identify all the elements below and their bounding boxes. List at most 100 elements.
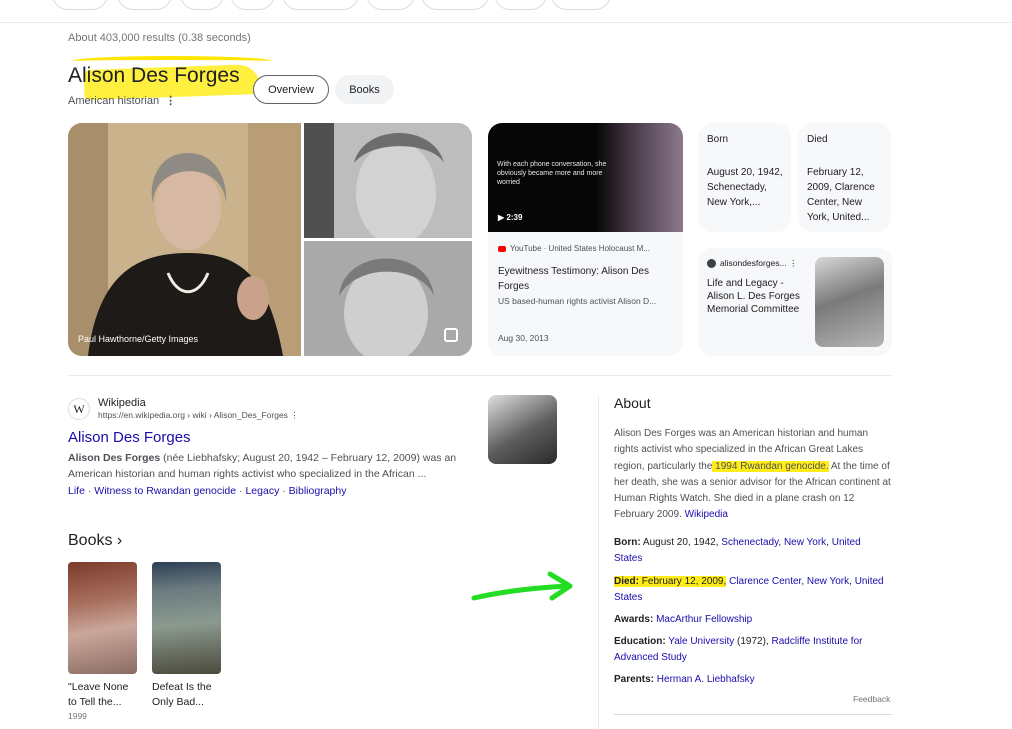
died-highlight: Died: February 12, 2009, — [614, 576, 727, 587]
video-thumbnail[interactable]: With each phone conversation, she obviou… — [488, 123, 683, 232]
photo-credit: Paul Hawthorne/Getty Images — [78, 334, 199, 344]
about-text-highlight: 1994 Rwandan genocide. — [712, 460, 829, 472]
fact-link[interactable]: New York — [807, 576, 849, 587]
fact-link[interactable]: MacArthur Fellowship — [656, 614, 752, 625]
result-url-text: https://en.wikipedia.org › wiki › Alison… — [98, 410, 288, 420]
portrait-illustration — [68, 123, 301, 356]
filter-chip[interactable] — [282, 0, 359, 10]
fact-link[interactable]: Schenectady — [721, 537, 778, 548]
photo-thumbnail[interactable] — [304, 241, 472, 356]
entity-title: Alison Des Forges — [68, 64, 240, 87]
fact-label: Education: — [614, 636, 666, 647]
main-photo[interactable]: Paul Hawthorne/Getty Images — [68, 123, 301, 356]
entity-subtitle-text: American historian — [68, 95, 160, 107]
wikipedia-icon: W — [68, 398, 90, 420]
sitelink-legacy[interactable]: Legacy — [245, 485, 279, 497]
fact-link[interactable]: Yale University — [668, 636, 734, 647]
fact-text: August 20, 1942, — [640, 537, 722, 548]
died-card[interactable]: Died February 12, 2009, Clarence Center,… — [798, 123, 891, 232]
panel-divider — [598, 395, 599, 729]
feedback-link[interactable]: Feedback — [853, 694, 890, 704]
sitelink-bibliography[interactable]: Bibliography — [289, 485, 347, 497]
result-url[interactable]: https://en.wikipedia.org › wiki › Alison… — [98, 410, 299, 421]
snippet-bold: Alison Des Forges — [68, 452, 161, 464]
result-site-name[interactable]: Wikipedia — [98, 397, 146, 409]
section-divider — [68, 375, 892, 376]
books-heading[interactable]: Books › — [68, 532, 122, 550]
video-card[interactable]: With each phone conversation, she obviou… — [488, 123, 683, 356]
result-snippet: Alison Des Forges (née Liebhafsky; Augus… — [68, 450, 463, 482]
fact-text: (1972), — [734, 636, 772, 647]
legacy-source-text: alisondesforges... — [720, 258, 787, 268]
filter-chip[interactable] — [230, 0, 275, 10]
sitelink-witness[interactable]: Witness to Rwandan genocide — [94, 485, 236, 497]
video-source: YouTube · United States Holocaust M... — [498, 244, 650, 253]
books-heading-text: Books — [68, 532, 113, 549]
book-title[interactable]: "Leave None to Tell the... — [68, 680, 140, 710]
legacy-title[interactable]: Life and Legacy - Alison L. Des Forges M… — [707, 277, 807, 316]
fact-link[interactable]: Herman A. Liebhafsky — [657, 674, 755, 685]
video-caption: With each phone conversation, she obviou… — [497, 161, 607, 186]
photo-thumbnail[interactable] — [304, 123, 472, 238]
filter-chip[interactable] — [117, 0, 172, 10]
fact-parents: Parents: Herman A. Liebhafsky — [614, 672, 884, 688]
filter-chip[interactable] — [551, 0, 611, 10]
portrait-illustration — [304, 123, 472, 238]
fact-label: Awards: — [614, 614, 654, 625]
legacy-card[interactable]: alisondesforges... ⋮ Life and Legacy - A… — [698, 248, 892, 356]
legacy-source: alisondesforges... ⋮ — [707, 258, 798, 269]
book-year: 1999 — [68, 711, 87, 721]
fact-label: Parents: — [614, 674, 655, 685]
fact-label: Born: — [614, 537, 641, 548]
fact-link[interactable]: New York — [784, 537, 826, 548]
fact-awards: Awards: MacArthur Fellowship — [614, 612, 884, 628]
site-icon — [707, 259, 716, 269]
result-sitelinks: Life · Witness to Rwandan genocide · Leg… — [68, 485, 347, 497]
video-title[interactable]: Eyewitness Testimony: Alison Des Forges — [498, 264, 673, 294]
result-title-link[interactable]: Alison Des Forges — [68, 429, 191, 446]
filter-chip[interactable] — [494, 0, 547, 10]
video-description: US based-human rights activist Alison D.… — [498, 296, 657, 306]
fact-link[interactable]: Clarence Center — [729, 576, 801, 587]
died-card-label: Died — [807, 134, 828, 145]
born-card[interactable]: Born August 20, 1942, Schenectady, New Y… — [698, 123, 791, 232]
fact-education: Education: Yale University (1972), Radcl… — [614, 634, 884, 666]
fact-died: Died: February 12, 2009, Clarence Center… — [614, 576, 884, 603]
more-options-icon[interactable]: ⋮ — [290, 410, 299, 420]
sitelink-life[interactable]: Life — [68, 485, 85, 497]
about-description: Alison Des Forges was an American histor… — [614, 426, 892, 524]
filter-chip[interactable] — [366, 0, 415, 10]
tab-overview[interactable]: Overview — [253, 75, 329, 104]
fact-label: Died: — [614, 576, 639, 587]
video-date: Aug 30, 2013 — [498, 333, 549, 343]
about-heading: About — [614, 395, 651, 411]
panel-bottom-divider — [614, 714, 892, 715]
image-gallery-icon[interactable] — [444, 328, 458, 342]
video-source-text: YouTube · United States Holocaust M... — [510, 244, 650, 253]
fact-text: February 12, 2009, — [639, 576, 727, 587]
died-card-value: February 12, 2009, Clarence Center, New … — [807, 167, 875, 223]
entity-subtitle: American historian ⋮ — [68, 94, 176, 107]
video-duration-text: 2:39 — [506, 213, 523, 222]
tab-books[interactable]: Books — [335, 75, 394, 104]
filter-chip[interactable] — [421, 0, 489, 10]
video-duration: ▶ 2:39 — [498, 213, 522, 222]
about-source-link[interactable]: Wikipedia — [685, 509, 728, 520]
youtube-icon — [498, 245, 506, 252]
born-card-label: Born — [707, 134, 729, 145]
legacy-photo — [815, 257, 884, 347]
more-options-icon[interactable]: ⋮ — [789, 258, 798, 268]
chevron-right-icon: › — [116, 532, 123, 549]
book-cover[interactable] — [68, 562, 137, 674]
filter-chip[interactable] — [52, 0, 108, 10]
result-thumbnail[interactable] — [488, 395, 557, 464]
book-title[interactable]: Defeat Is the Only Bad... — [152, 680, 224, 710]
born-card-value: August 20, 1942, Schenectady, New York,.… — [707, 167, 783, 208]
annotation-arrow-icon — [471, 571, 573, 601]
more-options-icon[interactable]: ⋮ — [165, 95, 176, 107]
top-divider — [0, 22, 1012, 23]
book-cover[interactable] — [152, 562, 221, 674]
results-count: About 403,000 results (0.38 seconds) — [68, 32, 251, 44]
fact-born: Born: August 20, 1942, Schenectady, New … — [614, 537, 861, 564]
filter-chip[interactable] — [180, 0, 224, 10]
